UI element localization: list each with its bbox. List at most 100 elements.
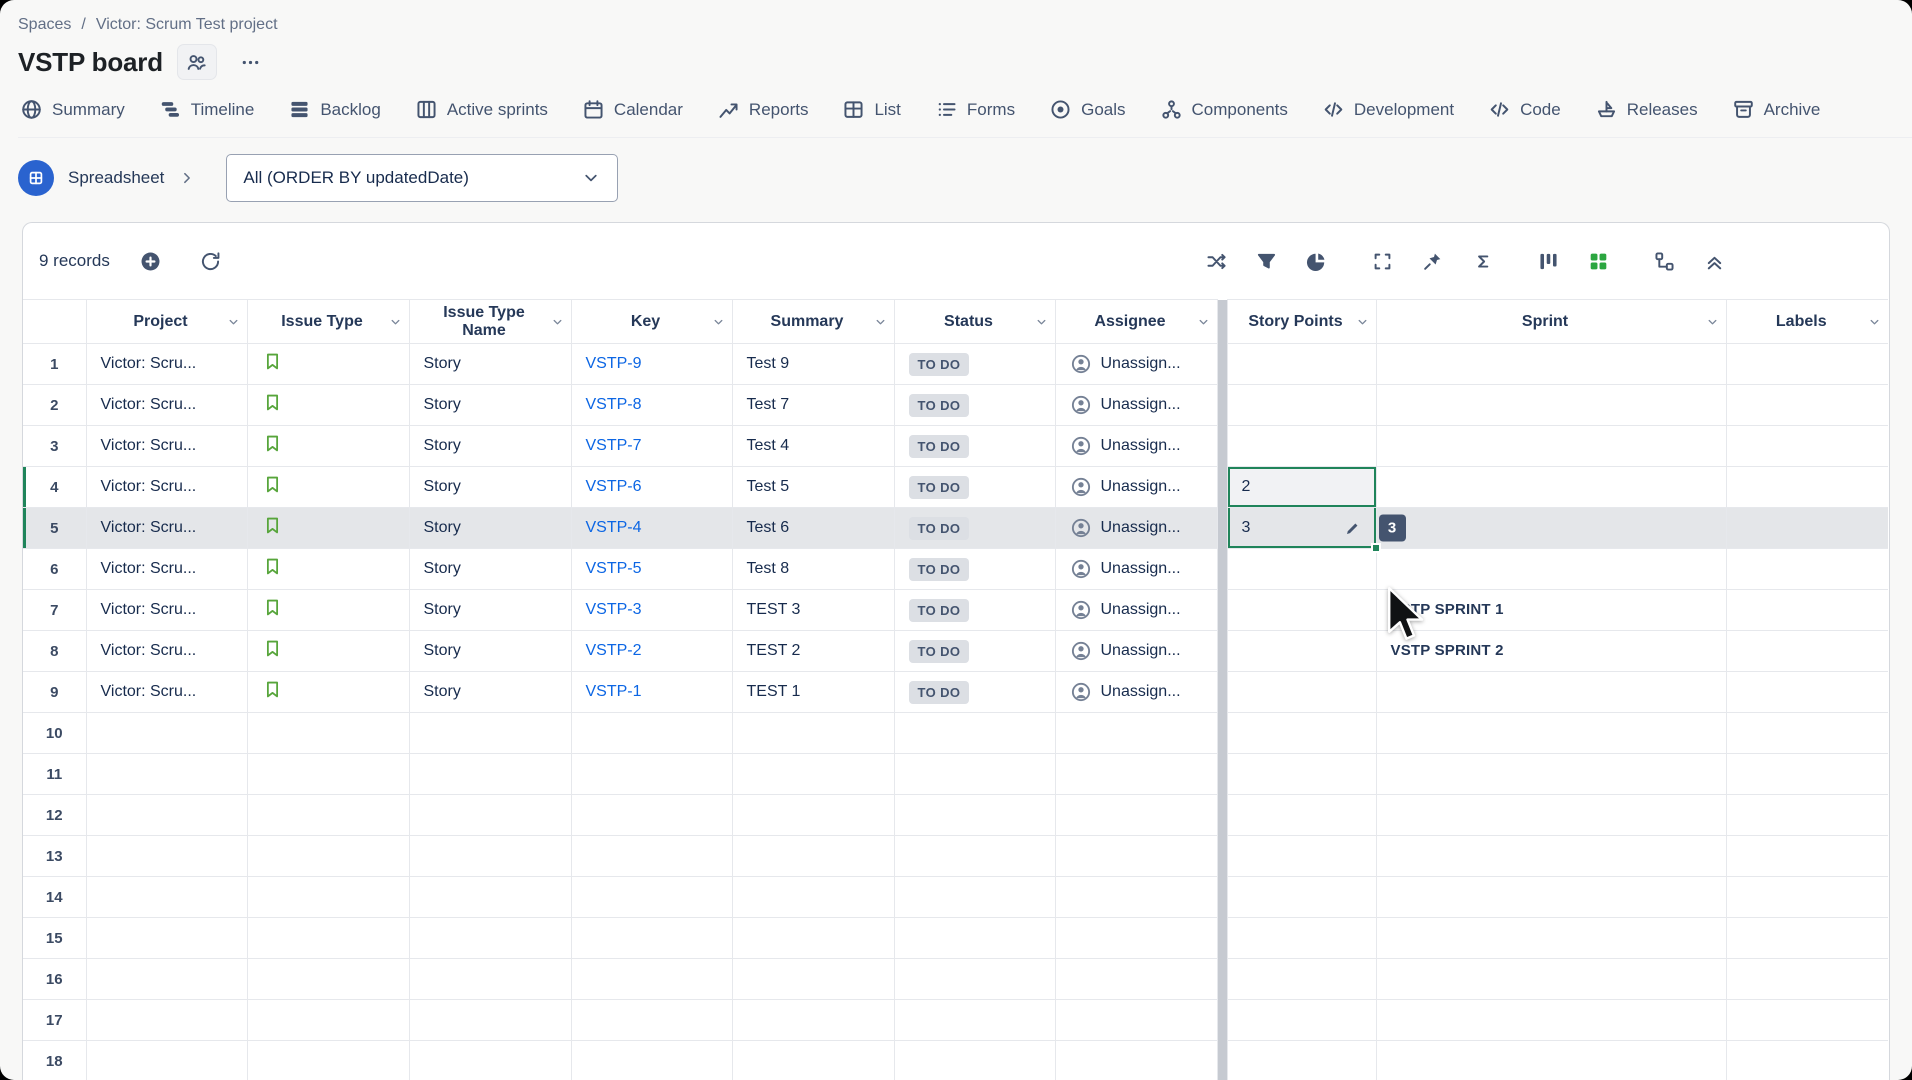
toolbar-button-grid[interactable] — [1579, 242, 1617, 280]
cell-sprint[interactable] — [1376, 754, 1726, 795]
cell-story-points[interactable]: 2 — [1227, 467, 1376, 508]
cell-issue-type-name[interactable]: Story — [409, 631, 571, 672]
cell-project[interactable] — [86, 754, 247, 795]
toolbar-button-column-settings[interactable] — [1529, 242, 1567, 280]
cell-summary[interactable] — [732, 836, 894, 877]
cell-key[interactable] — [571, 713, 732, 754]
cell-sprint[interactable]: VSTP SPRINT 1 — [1376, 590, 1726, 631]
nav-item-calendar[interactable]: Calendar — [582, 98, 683, 121]
column-header-project[interactable]: Project — [86, 300, 247, 344]
cell-assignee[interactable]: Unassign... — [1055, 467, 1217, 508]
cell-key[interactable]: VSTP-7 — [571, 426, 732, 467]
cell-story-points[interactable] — [1227, 426, 1376, 467]
column-header-story-points[interactable]: Story Points — [1227, 300, 1376, 344]
cell-labels[interactable] — [1726, 795, 1888, 836]
cell-assignee[interactable] — [1055, 1041, 1217, 1080]
cell-labels[interactable] — [1726, 918, 1888, 959]
nav-item-development[interactable]: Development — [1322, 98, 1454, 121]
cell-story-points[interactable] — [1227, 795, 1376, 836]
cell-summary[interactable] — [732, 1041, 894, 1080]
cell-labels[interactable] — [1726, 631, 1888, 672]
cell-issue-type[interactable] — [247, 1000, 409, 1041]
cell-summary[interactable] — [732, 1000, 894, 1041]
cell-story-points[interactable] — [1227, 713, 1376, 754]
cell-assignee[interactable] — [1055, 959, 1217, 1000]
cell-key[interactable] — [571, 1000, 732, 1041]
cell-sprint[interactable]: VSTP SPRINT 2 — [1376, 631, 1726, 672]
cell-assignee[interactable]: Unassign... — [1055, 631, 1217, 672]
cell-issue-type[interactable] — [247, 836, 409, 877]
cell-story-points[interactable] — [1227, 385, 1376, 426]
cell-status[interactable] — [894, 754, 1055, 795]
view-selector[interactable]: All (ORDER BY updatedDate) — [226, 154, 618, 202]
issue-key-link[interactable]: VSTP-7 — [586, 437, 642, 454]
nav-item-backlog[interactable]: Backlog — [288, 98, 380, 121]
cell-issue-type[interactable] — [247, 631, 409, 672]
cell-project[interactable]: Victor: Scru... — [86, 508, 247, 549]
cell-assignee[interactable] — [1055, 1000, 1217, 1041]
row-number[interactable]: 12 — [23, 795, 86, 836]
cell-story-points[interactable] — [1227, 590, 1376, 631]
cell-project[interactable] — [86, 877, 247, 918]
cell-status[interactable] — [894, 1041, 1055, 1080]
column-header-summary[interactable]: Summary — [732, 300, 894, 344]
cell-summary[interactable] — [732, 713, 894, 754]
cell-story-points[interactable] — [1227, 1000, 1376, 1041]
add-record-button[interactable] — [132, 242, 170, 280]
fill-handle[interactable] — [1371, 543, 1381, 553]
cell-status[interactable]: TO DO — [894, 426, 1055, 467]
cell-project[interactable] — [86, 1041, 247, 1080]
cell-labels[interactable] — [1726, 877, 1888, 918]
cell-labels[interactable] — [1726, 426, 1888, 467]
cell-labels[interactable] — [1726, 754, 1888, 795]
cell-labels[interactable] — [1726, 672, 1888, 713]
row-number[interactable]: 6 — [23, 549, 86, 590]
row-number[interactable]: 11 — [23, 754, 86, 795]
cell-assignee[interactable] — [1055, 918, 1217, 959]
cell-issue-type-name[interactable]: Story — [409, 467, 571, 508]
row-number[interactable]: 18 — [23, 1041, 86, 1080]
cell-issue-type[interactable] — [247, 467, 409, 508]
cell-summary[interactable]: TEST 1 — [732, 672, 894, 713]
cell-status[interactable]: TO DO — [894, 467, 1055, 508]
issue-key-link[interactable]: VSTP-8 — [586, 396, 642, 413]
toolbar-button-pie-chart[interactable] — [1297, 242, 1335, 280]
row-number[interactable]: 2 — [23, 385, 86, 426]
cell-story-points[interactable] — [1227, 836, 1376, 877]
cell-labels[interactable] — [1726, 959, 1888, 1000]
issue-key-link[interactable]: VSTP-3 — [586, 601, 642, 618]
cell-labels[interactable] — [1726, 508, 1888, 549]
cell-labels[interactable] — [1726, 836, 1888, 877]
column-header-sprint[interactable]: Sprint — [1376, 300, 1726, 344]
cell-sprint[interactable] — [1376, 1000, 1726, 1041]
cell-issue-type-name[interactable] — [409, 1000, 571, 1041]
cell-key[interactable] — [571, 877, 732, 918]
cell-sprint[interactable] — [1376, 549, 1726, 590]
cell-assignee[interactable] — [1055, 795, 1217, 836]
cell-summary[interactable]: TEST 2 — [732, 631, 894, 672]
cell-summary[interactable] — [732, 754, 894, 795]
cell-issue-type[interactable] — [247, 713, 409, 754]
nav-item-list[interactable]: List — [842, 98, 900, 121]
cell-summary[interactable]: TEST 3 — [732, 590, 894, 631]
cell-sprint[interactable] — [1376, 877, 1726, 918]
cell-issue-type[interactable] — [247, 959, 409, 1000]
cell-labels[interactable] — [1726, 1041, 1888, 1080]
cell-project[interactable] — [86, 1000, 247, 1041]
toolbar-button-collapse[interactable] — [1695, 242, 1733, 280]
cell-assignee[interactable]: Unassign... — [1055, 508, 1217, 549]
cell-assignee[interactable]: Unassign... — [1055, 590, 1217, 631]
breadcrumb-spaces[interactable]: Spaces — [18, 16, 71, 34]
cell-issue-type[interactable] — [247, 549, 409, 590]
cell-sprint[interactable] — [1376, 795, 1726, 836]
more-actions-button[interactable] — [231, 44, 271, 80]
cell-status[interactable]: TO DO — [894, 344, 1055, 385]
cell-labels[interactable] — [1726, 713, 1888, 754]
cell-key[interactable]: VSTP-4 — [571, 508, 732, 549]
cell-issue-type-name[interactable]: Story — [409, 426, 571, 467]
cell-key[interactable] — [571, 754, 732, 795]
share-people-button[interactable] — [177, 44, 217, 80]
cell-summary[interactable]: Test 7 — [732, 385, 894, 426]
cell-labels[interactable] — [1726, 385, 1888, 426]
cell-summary[interactable]: Test 5 — [732, 467, 894, 508]
